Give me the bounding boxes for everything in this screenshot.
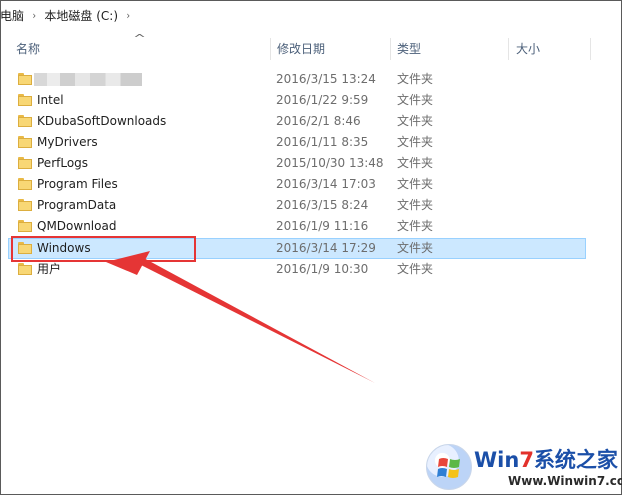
watermark-logo: Win7系统之家 Www.Winwin7.com	[424, 438, 622, 492]
annotation-arrow	[106, 251, 375, 383]
windows-logo-icon	[426, 444, 472, 490]
watermark-title: Win7系统之家	[474, 448, 618, 472]
watermark-url: Www.Winwin7.com	[508, 474, 622, 488]
